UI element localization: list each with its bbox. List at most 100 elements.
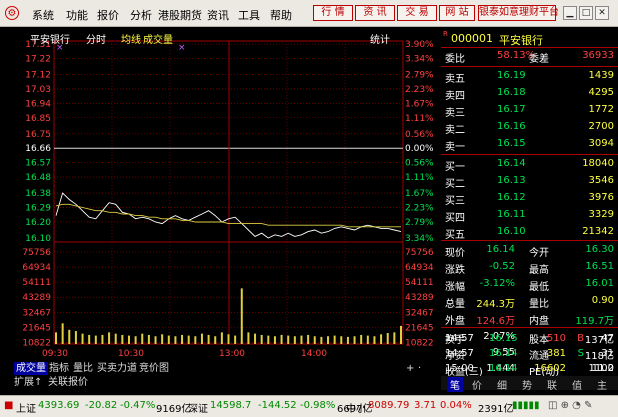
- volume-tick-right: 54111: [405, 278, 434, 288]
- tick-flag: S: [577, 348, 584, 359]
- close-icon[interactable]: ✕: [595, 6, 609, 20]
- tab-buy-sell-force[interactable]: 买卖力道: [97, 362, 137, 375]
- volume-tick: 32467: [22, 308, 51, 318]
- pct-tick: 2.23%: [405, 204, 434, 214]
- menu-function[interactable]: 功能: [66, 7, 88, 23]
- ask-label: 卖一: [445, 142, 465, 153]
- pct-tick: 0.56%: [405, 159, 434, 169]
- toolbar-news-button[interactable]: 资 讯: [355, 5, 395, 21]
- extend-tabs: 扩展↑ 关联报价: [0, 376, 440, 389]
- quote-tab[interactable]: 势: [522, 377, 532, 392]
- tick-count: 1100: [588, 363, 614, 374]
- ask-label: 卖二: [445, 125, 465, 136]
- ask-label: 卖五: [445, 74, 465, 85]
- quote-tab[interactable]: 细: [497, 377, 507, 392]
- price-tick: 17.03: [25, 85, 51, 95]
- bid-volume: 3976: [588, 192, 614, 203]
- chart-stat-button[interactable]: 统计: [370, 31, 390, 46]
- bid-volume: 3546: [588, 175, 614, 186]
- price-tick: 17.12: [25, 70, 51, 80]
- ask-row: 卖四 16.18 4295: [441, 85, 618, 102]
- chart-period-label: 分时: [86, 35, 106, 46]
- menu-tools[interactable]: 工具: [238, 7, 260, 23]
- maximize-icon[interactable]: □: [579, 6, 593, 20]
- bid-row: 买四 16.11 3329: [441, 207, 618, 224]
- toolbar-trade-button[interactable]: 交 易: [397, 5, 437, 21]
- zx-label: 中小: [346, 404, 366, 415]
- toolbar-website-button[interactable]: 网 站: [439, 5, 475, 21]
- chart-avg-legend: 均线: [121, 35, 141, 46]
- stat-label: 外盘: [445, 316, 465, 327]
- tab-indicator[interactable]: 指标: [49, 362, 69, 375]
- zx-value: 8089.79: [368, 400, 410, 411]
- volume-tick: 21645: [22, 323, 51, 333]
- bid-volume: 21342: [582, 226, 614, 237]
- tick-price: 16.14: [489, 363, 518, 374]
- ask-volume: 3094: [588, 138, 614, 149]
- scroll-right-icon[interactable]: ·: [418, 362, 421, 375]
- menu-system[interactable]: 系统: [32, 7, 54, 23]
- stat-row: 涨幅 -3.12% 最低 16.01: [441, 276, 618, 293]
- stat-value: -0.52: [489, 261, 515, 272]
- pct-tick: 0.00%: [405, 144, 434, 154]
- tick-time: 14:57: [445, 333, 474, 344]
- ad-platform-button[interactable]: 银泰如意理财平台: [478, 5, 559, 21]
- bid-label: 买三: [445, 196, 465, 207]
- pct-tick-low: 3.34%: [405, 234, 434, 244]
- quote-tab[interactable]: 主: [597, 377, 607, 392]
- bid-row: 买三 16.12 3976: [441, 190, 618, 207]
- menu-news[interactable]: 资讯: [207, 7, 229, 23]
- menu-quote[interactable]: 报价: [97, 7, 119, 23]
- stat-value: 124.6万: [476, 316, 515, 327]
- toolbar-quote-button[interactable]: 行 情: [313, 5, 353, 21]
- quote-tab[interactable]: 笔: [447, 377, 463, 392]
- menu-bar: ⚙ 系统 功能 报价 分析 港股期货 资讯 工具 帮助 行 情 资 讯 交 易 …: [0, 0, 618, 27]
- menu-help[interactable]: 帮助: [270, 7, 292, 23]
- stat-label: 现价: [445, 248, 465, 259]
- menu-analysis[interactable]: 分析: [130, 7, 152, 23]
- zx-amount: 2391亿: [478, 404, 514, 415]
- scroll-left-icon[interactable]: +: [406, 362, 414, 375]
- quote-tab[interactable]: 联: [547, 377, 557, 392]
- tab-volume[interactable]: 成交量: [14, 362, 48, 375]
- volume-tick: 64934: [22, 263, 51, 273]
- pct-tick: 3.90%: [405, 40, 434, 50]
- volume-tick: 75756: [22, 248, 51, 258]
- time-tick: 10:30: [118, 349, 144, 359]
- time-tick: 09:30: [42, 349, 68, 359]
- chart-svg[interactable]: 17.31 3.90%17.22 3.34%17.12 2.79%17.03 2.23%…: [0, 28, 440, 360]
- price-tick: 16.38: [25, 189, 51, 199]
- quote-tab[interactable]: 值: [572, 377, 582, 392]
- time-tick: 14:00: [301, 349, 327, 359]
- tab-related-quote[interactable]: 关联报价: [48, 376, 88, 389]
- app-logo-icon[interactable]: ⚙: [5, 6, 19, 20]
- ask-price: 16.16: [497, 121, 526, 132]
- minimize-icon[interactable]: ▁: [563, 6, 577, 20]
- tab-extend[interactable]: 扩展↑: [14, 376, 42, 389]
- stat-label: 涨跌: [445, 265, 465, 276]
- pct-tick: 2.79%: [405, 218, 434, 228]
- quote-bottom-tabs: 笔价细势联值主: [441, 376, 618, 392]
- ask-price: 16.18: [497, 87, 526, 98]
- price-tick: 16.57: [25, 159, 51, 169]
- bid-row: 买一 16.14 18040: [441, 156, 618, 173]
- sh-pct: -0.47%: [120, 400, 156, 411]
- ask-label: 卖四: [445, 91, 465, 102]
- tab-volume-ratio[interactable]: 量比: [73, 362, 93, 375]
- tab-auction-chart[interactable]: 竞价图: [139, 362, 169, 375]
- stat-label: 量比: [529, 299, 549, 310]
- info-icons[interactable]: ◫ ⊕ ◔ ✎: [548, 400, 592, 411]
- bid-row: 买二 16.13 3546: [441, 173, 618, 190]
- tick-time: 15:00: [445, 363, 474, 374]
- ask-row: 卖三 16.17 1772: [441, 102, 618, 119]
- pct-tick: 3.34%: [405, 54, 434, 64]
- intraday-chart[interactable]: 17.31 3.90% 17.22 3.34% 17.12 2.79% 17.03 2.23%…: [0, 28, 440, 360]
- sh-value: 4393.69: [38, 400, 80, 411]
- price-tick: 16.20: [25, 218, 51, 228]
- ask-label: 卖三: [445, 108, 465, 119]
- quote-tab[interactable]: 价: [472, 377, 482, 392]
- volume-tick: 54111: [22, 278, 51, 288]
- menu-hk-futures[interactable]: 港股期货: [158, 7, 202, 23]
- zx-pct: 0.04%: [440, 400, 472, 411]
- bid-price: 16.10: [497, 226, 526, 237]
